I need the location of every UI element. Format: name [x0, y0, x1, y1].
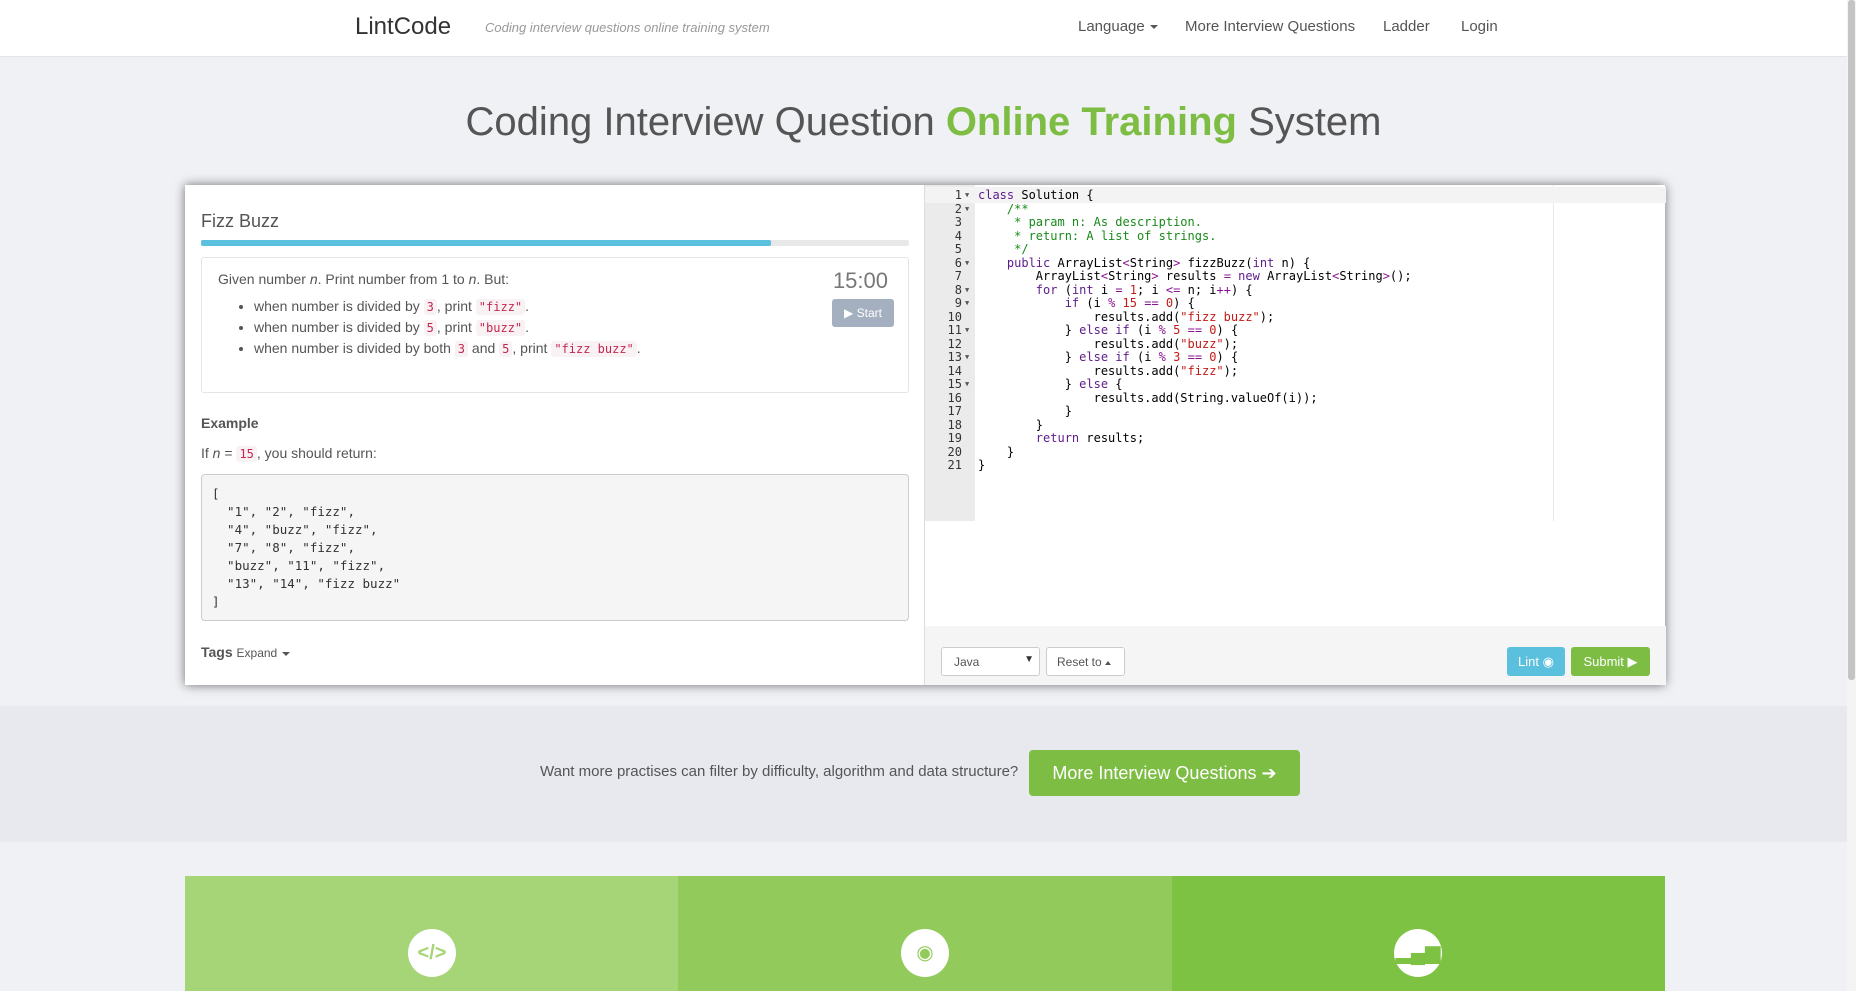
nav-more-questions[interactable]: More Interview Questions [1185, 18, 1355, 35]
play-icon: ▶ [1627, 654, 1638, 669]
code-line[interactable]: 21} [925, 457, 1666, 473]
feature-tile-lint: ◉ [678, 876, 1172, 991]
lint-label: Lint [1518, 654, 1539, 669]
code-editor[interactable]: 1 ▼ class Solution {2 ▼ /** 3 * param n: As … [925, 185, 1666, 521]
code-icon: </> [408, 929, 456, 977]
rules-list: when number is divided by 3, print "fizz… [254, 296, 641, 359]
example-text: , you should return: [256, 445, 377, 461]
problem-title: Fizz Buzz [201, 211, 280, 231]
start-timer-button[interactable]: ▶ Start [832, 299, 894, 327]
rule-text: when number is divided by [254, 298, 424, 314]
cta-band: Want more practises can filter by diffic… [0, 706, 1847, 842]
code-text: } [978, 458, 986, 472]
scrollbar-thumb[interactable] [1848, 0, 1855, 680]
intro-var: n [309, 271, 318, 287]
nav-language-label: Language [1078, 18, 1145, 35]
tags-expand-label: Expand [236, 646, 278, 660]
rule-item: when number is divided by 5, print "buzz… [254, 317, 641, 338]
rule-text: when number is divided by both [254, 340, 455, 356]
intro-text: Given number [218, 271, 310, 287]
example-heading: Example [201, 415, 259, 431]
rule-text: and [468, 340, 500, 356]
start-label: Start [856, 306, 882, 320]
eye-icon: ◉ [901, 929, 949, 977]
example-description: If n = 15, you should return: [201, 445, 377, 462]
rule-number: 5 [423, 320, 437, 336]
rule-output: "buzz" [475, 320, 526, 336]
cta-button-label: More Interview Questions [1052, 763, 1257, 783]
feature-tile-code: </> [185, 876, 679, 991]
submit-label: Submit [1583, 654, 1624, 669]
more-questions-button[interactable]: More Interview Questions ➔ [1029, 750, 1300, 796]
timer-progress-bar [201, 240, 909, 246]
submit-button[interactable]: Submit ▶ [1571, 647, 1650, 676]
rule-text: , print [436, 319, 476, 335]
rule-number: 5 [499, 341, 513, 357]
rule-output: "fizz buzz" [551, 341, 637, 357]
rule-text: . [525, 319, 530, 335]
tags-label: Tags [201, 644, 233, 660]
tags-expand-toggle[interactable]: Expand [237, 646, 291, 660]
rule-text: . [525, 298, 530, 314]
signal-icon: ▂▄▆ [1394, 929, 1442, 977]
brand-tagline: Coding interview questions online traini… [485, 20, 770, 35]
rule-item: when number is divided by 3, print "fizz… [254, 296, 641, 317]
play-icon: ▶ [844, 306, 854, 320]
chevron-up-icon [1104, 660, 1111, 665]
nav-ladder[interactable]: Ladder [1383, 18, 1430, 35]
countdown-timer: 15:00 [832, 268, 888, 293]
problem-panel: Fizz Buzz Given number n. Print number f… [185, 185, 924, 685]
chevron-down-icon [282, 651, 291, 656]
code-editor-panel: 1 ▼ class Solution {2 ▼ /** 3 * param n: As … [924, 185, 1666, 685]
lint-button[interactable]: Lint ◉ [1507, 647, 1565, 676]
line-number: 21 [947, 458, 962, 472]
dropdown-arrow-icon: ▼ [1024, 654, 1034, 665]
hero-title: Coding Interview Question Online Trainin… [0, 100, 1847, 145]
hero-title-end: System [1236, 100, 1382, 144]
example-text: If [201, 445, 213, 461]
rule-item: when number is divided by both 3 and 5, … [254, 338, 641, 359]
language-select-value: Java [954, 655, 980, 669]
page-scrollbar[interactable] [1847, 0, 1856, 991]
nav-login[interactable]: Login [1461, 18, 1498, 35]
rule-text: when number is divided by [254, 319, 424, 335]
eye-icon: ◉ [1542, 654, 1554, 669]
problem-description: Given number n. Print number from 1 to n… [201, 257, 909, 393]
navbar: LintCode Coding interview questions onli… [0, 0, 1856, 57]
example-text: = [220, 445, 237, 461]
hero-title-accent: Online Training [945, 100, 1237, 144]
progress-fill [201, 240, 771, 246]
hero-title-start: Coding Interview Question [465, 100, 946, 144]
rule-text: . [636, 340, 641, 356]
example-value: 15 [236, 446, 257, 462]
language-select[interactable]: Java ▼ [941, 647, 1040, 676]
rule-text: , print [512, 340, 552, 356]
intro-text: . But: [476, 271, 510, 287]
intro-text: . Print number from 1 to [317, 271, 469, 287]
problem-card: Fizz Buzz Given number n. Print number f… [185, 185, 1666, 685]
tags-section: Tags Expand [201, 644, 291, 660]
arrow-right-icon: ➔ [1261, 763, 1277, 783]
description-intro: Given number n. Print number from 1 to n… [218, 271, 509, 287]
reset-to-button[interactable]: Reset to [1046, 647, 1125, 676]
chevron-down-icon [1149, 25, 1158, 30]
example-output: [ "1", "2", "fizz", "4", "buzz", "fizz",… [201, 474, 909, 621]
reset-label: Reset to [1057, 655, 1102, 669]
cta-text: Want more practises can filter by diffic… [540, 763, 1019, 780]
rule-number: 3 [454, 341, 469, 357]
feature-tile-ladder: ▂▄▆ [1172, 876, 1665, 991]
rule-output: "fizz" [475, 299, 526, 315]
rule-number: 3 [423, 299, 437, 315]
rule-text: , print [436, 298, 476, 314]
brand-logo[interactable]: LintCode [355, 13, 451, 41]
nav-language-dropdown[interactable]: Language [1078, 18, 1158, 35]
